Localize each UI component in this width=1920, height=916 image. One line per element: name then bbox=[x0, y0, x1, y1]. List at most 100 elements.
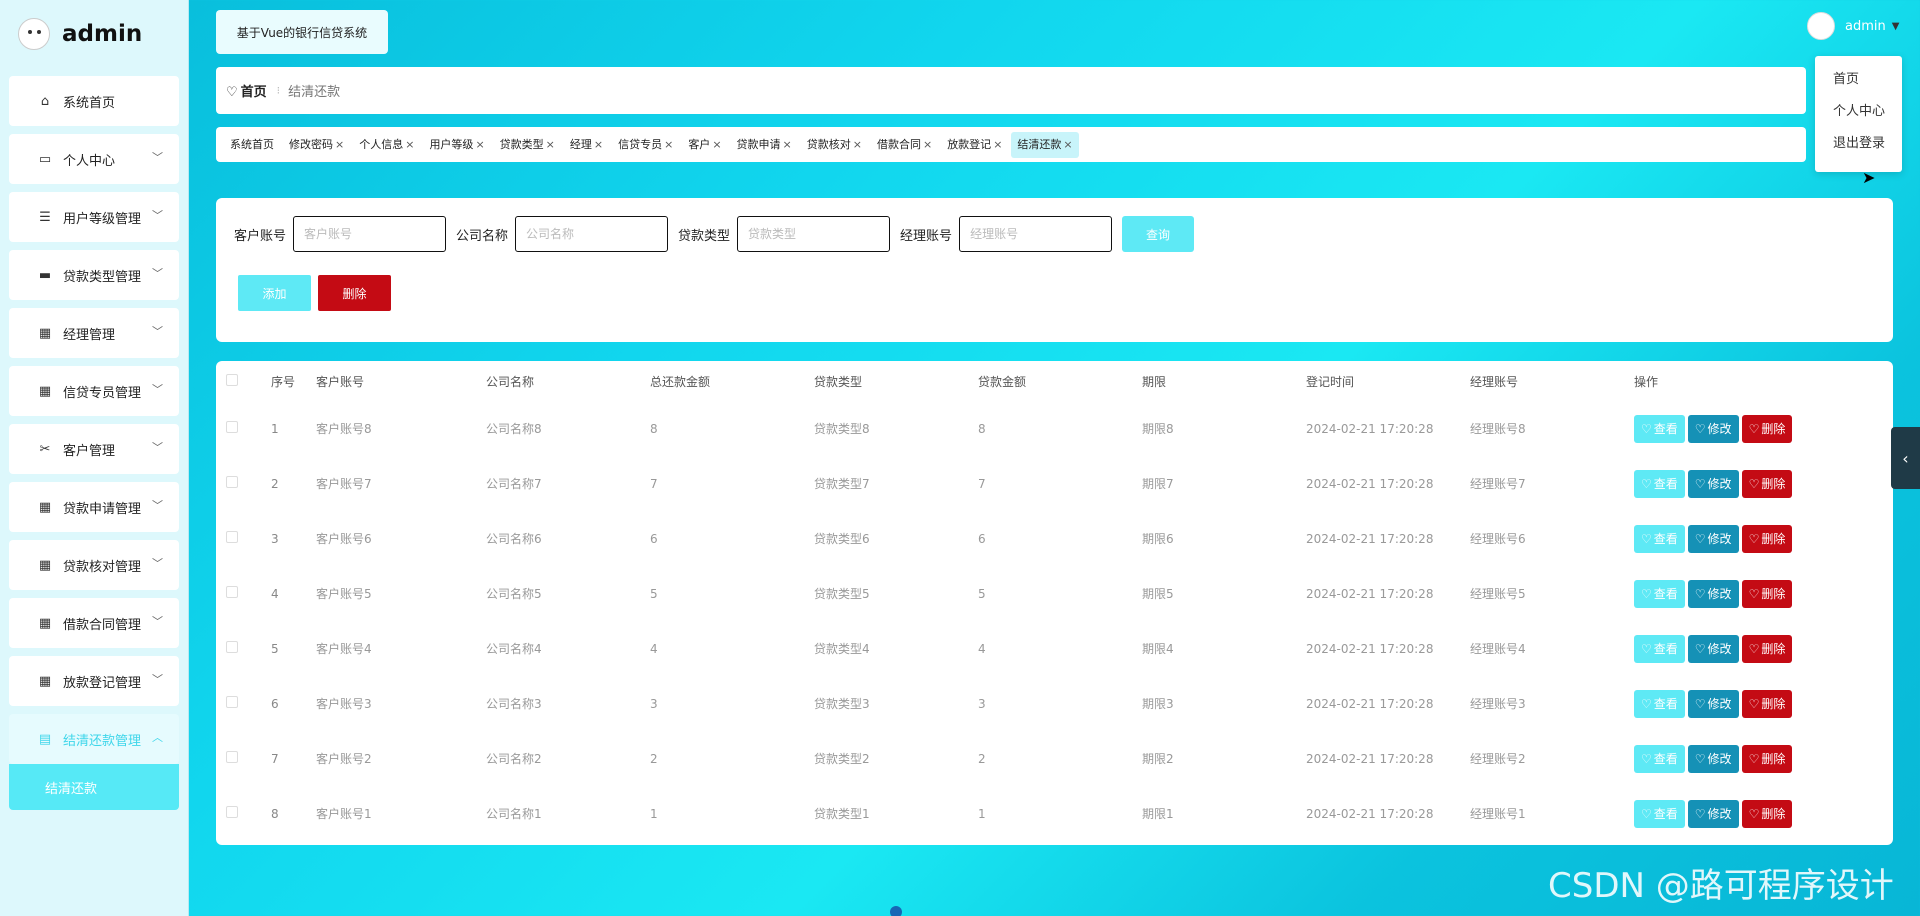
user-avatar[interactable] bbox=[1807, 12, 1835, 40]
tag-5[interactable]: 经理 × bbox=[564, 132, 609, 158]
dropdown-item-0[interactable]: 首页 bbox=[1815, 70, 1902, 102]
delete-row-button[interactable]: ♡ 删除 bbox=[1741, 524, 1793, 553]
delete-row-button[interactable]: ♡ 删除 bbox=[1741, 689, 1793, 718]
row-checkbox[interactable] bbox=[226, 531, 238, 543]
sidebar-item-10[interactable]: ▦ 放款登记管理 ﹀ bbox=[9, 656, 179, 706]
close-icon[interactable]: × bbox=[923, 138, 932, 151]
view-button[interactable]: ♡ 查看 bbox=[1634, 799, 1685, 828]
delete-row-button[interactable]: ♡ 删除 bbox=[1741, 744, 1793, 773]
close-icon[interactable]: × bbox=[993, 138, 1002, 151]
caret-down-icon[interactable]: ▼ bbox=[1892, 21, 1900, 32]
edit-button[interactable]: ♡ 修改 bbox=[1687, 469, 1739, 498]
tag-4[interactable]: 贷款类型 × bbox=[494, 132, 561, 158]
chevron-left-icon[interactable]: ‹ bbox=[1902, 449, 1908, 468]
sidebar-item-9[interactable]: ▦ 借款合同管理 ﹀ bbox=[9, 598, 179, 648]
row-checkbox[interactable] bbox=[226, 696, 238, 708]
close-icon[interactable]: × bbox=[664, 138, 673, 151]
edit-button[interactable]: ♡ 修改 bbox=[1687, 689, 1739, 718]
edit-button-label: 修改 bbox=[1707, 696, 1732, 711]
edit-button[interactable]: ♡ 修改 bbox=[1687, 524, 1739, 553]
sidebar-item-7[interactable]: ▦ 贷款申请管理 ﹀ bbox=[9, 482, 179, 532]
edit-button[interactable]: ♡ 修改 bbox=[1687, 414, 1739, 443]
search-input-0[interactable] bbox=[293, 216, 447, 252]
tag-11[interactable]: 放款登记 × bbox=[941, 132, 1008, 158]
table-cell: 客户账号8 bbox=[316, 422, 372, 436]
view-button[interactable]: ♡ 查看 bbox=[1634, 524, 1685, 553]
delete-row-button[interactable]: ♡ 删除 bbox=[1741, 634, 1793, 663]
sidebar-item-0[interactable]: ⌂ 系统首页 bbox=[9, 76, 179, 126]
search-input-2[interactable] bbox=[737, 216, 891, 252]
close-icon[interactable]: × bbox=[853, 138, 862, 151]
chevron-down-icon: ﹀ bbox=[152, 441, 163, 454]
sidebar-item-5[interactable]: ▦ 信贷专员管理 ﹀ bbox=[9, 366, 179, 416]
row-checkbox[interactable] bbox=[226, 806, 238, 818]
tag-12[interactable]: 结清还款 × bbox=[1011, 131, 1079, 158]
query-button[interactable]: 查询 bbox=[1122, 216, 1195, 252]
sidebar-item-8[interactable]: ▦ 贷款核对管理 ﹀ bbox=[9, 540, 179, 590]
tag-0[interactable]: 系统首页 bbox=[224, 132, 280, 158]
user-name[interactable]: admin bbox=[1845, 19, 1886, 34]
close-icon[interactable]: × bbox=[594, 138, 603, 151]
view-button[interactable]: ♡ 查看 bbox=[1634, 414, 1685, 443]
view-button[interactable]: ♡ 查看 bbox=[1634, 689, 1685, 718]
edit-button[interactable]: ♡ 修改 bbox=[1687, 744, 1739, 773]
close-icon[interactable]: × bbox=[1063, 138, 1072, 151]
tag-3[interactable]: 用户等级 × bbox=[423, 132, 490, 158]
edit-button[interactable]: ♡ 修改 bbox=[1687, 579, 1739, 608]
search-input-3[interactable] bbox=[959, 216, 1113, 252]
close-icon[interactable]: × bbox=[783, 138, 792, 151]
table-cell: 期限2 bbox=[1142, 752, 1174, 766]
sidebar-item-4[interactable]: ▦ 经理管理 ﹀ bbox=[9, 308, 179, 358]
row-checkbox[interactable] bbox=[226, 476, 238, 488]
search-label-1: 公司名称 bbox=[456, 228, 509, 244]
tag-6[interactable]: 信贷专员 × bbox=[612, 132, 679, 158]
tag-7[interactable]: 客户 × bbox=[682, 132, 727, 158]
select-all-checkbox[interactable] bbox=[226, 373, 238, 386]
row-checkbox[interactable] bbox=[226, 586, 238, 598]
tag-10[interactable]: 借款合同 × bbox=[871, 132, 938, 158]
view-button[interactable]: ♡ 查看 bbox=[1634, 744, 1685, 773]
close-icon[interactable]: × bbox=[475, 138, 484, 151]
row-checkbox[interactable] bbox=[226, 751, 238, 763]
sidebar-item-6[interactable]: ✂ 客户管理 ﹀ bbox=[9, 424, 179, 474]
view-button[interactable]: ♡ 查看 bbox=[1634, 634, 1685, 663]
sidebar-item-3[interactable]: ▬ 贷款类型管理 ﹀ bbox=[9, 250, 179, 300]
tag-label: 客户 bbox=[688, 137, 711, 151]
sidebar-subitem-settle-repayment[interactable]: 结清还款 bbox=[9, 764, 179, 810]
tag-2[interactable]: 个人信息 × bbox=[353, 132, 420, 158]
edit-button[interactable]: ♡ 修改 bbox=[1687, 634, 1739, 663]
delete-row-button[interactable]: ♡ 删除 bbox=[1741, 469, 1793, 498]
search-input-1[interactable] bbox=[515, 216, 669, 252]
view-button[interactable]: ♡ 查看 bbox=[1634, 469, 1685, 498]
sidebar-item-2[interactable]: ☰ 用户等级管理 ﹀ bbox=[9, 192, 179, 242]
close-icon[interactable]: × bbox=[405, 138, 414, 151]
dropdown-item-1[interactable]: 个人中心 bbox=[1815, 102, 1902, 134]
breadcrumb-home[interactable]: ♡ 首页 bbox=[226, 81, 267, 100]
row-checkbox[interactable] bbox=[226, 421, 238, 433]
view-button-label: 查看 bbox=[1653, 586, 1678, 601]
close-icon[interactable]: × bbox=[712, 138, 721, 151]
delete-button[interactable]: 删除 bbox=[318, 275, 391, 311]
tag-9[interactable]: 贷款核对 × bbox=[801, 132, 868, 158]
delete-row-button[interactable]: ♡ 删除 bbox=[1741, 414, 1793, 443]
delete-row-button[interactable]: ♡ 删除 bbox=[1741, 579, 1793, 608]
table-cell: 2024-02-21 17:20:28 bbox=[1306, 476, 1434, 491]
table-cell: 期限5 bbox=[1142, 587, 1174, 601]
chevron-down-icon: ﹀ bbox=[152, 557, 163, 570]
row-checkbox[interactable] bbox=[226, 641, 238, 653]
side-panel-toggle[interactable]: ‹ bbox=[1891, 427, 1920, 489]
tag-8[interactable]: 贷款申请 × bbox=[731, 132, 798, 158]
edit-button[interactable]: ♡ 修改 bbox=[1687, 799, 1739, 828]
close-icon[interactable]: × bbox=[546, 138, 555, 151]
sidebar-item-1[interactable]: ▭ 个人中心 ﹀ bbox=[9, 134, 179, 184]
close-icon[interactable]: × bbox=[335, 138, 344, 151]
tag-1[interactable]: 修改密码 × bbox=[283, 132, 350, 158]
view-button[interactable]: ♡ 查看 bbox=[1634, 579, 1685, 608]
add-button[interactable]: 添加 bbox=[238, 275, 311, 311]
user-menu-trigger[interactable]: admin ▼ bbox=[1807, 12, 1899, 40]
breadcrumb-home-label: 首页 bbox=[240, 85, 267, 100]
breadcrumb: ♡ 首页 ⁝ 结清还款 bbox=[216, 67, 1806, 114]
dropdown-item-2[interactable]: 退出登录 bbox=[1815, 134, 1902, 166]
delete-row-button[interactable]: ♡ 删除 bbox=[1741, 799, 1793, 828]
sidebar-item-11[interactable]: ▤ 结清还款管理 ︿ bbox=[9, 714, 179, 764]
